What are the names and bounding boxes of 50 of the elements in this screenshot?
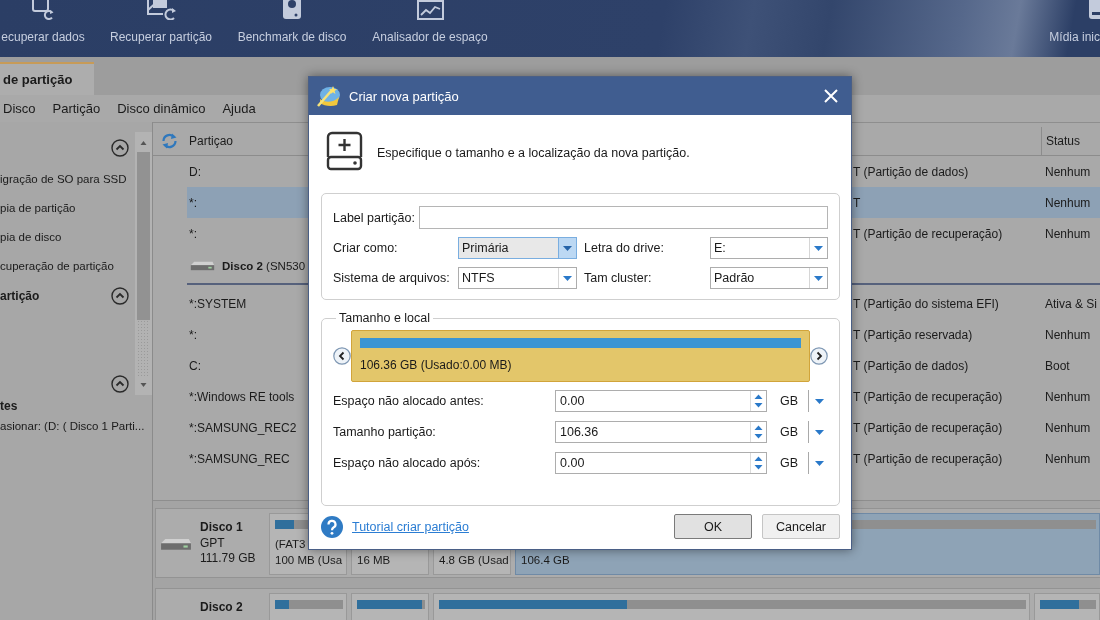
- table-cell: Nenhum: [1045, 164, 1091, 179]
- partition-caption: 106.36 GB (Usado:0.00 MB): [360, 358, 512, 372]
- table-cell: *:: [189, 195, 197, 210]
- section-title: tes: [0, 399, 19, 413]
- table-cell: T (Partição de dados): [853, 164, 969, 179]
- partition-size: 16 MB: [357, 553, 391, 568]
- partition-size: 106.4 GB: [521, 553, 570, 568]
- table-cell: *:: [189, 226, 197, 241]
- disk-name: Disco 2: [200, 600, 243, 616]
- field-label: Espaço não alocado antes:: [333, 394, 484, 408]
- unit-label: GB: [780, 456, 800, 470]
- table-cell: T (Partição reservada): [853, 327, 973, 342]
- table-cell: *:SYSTEM: [189, 296, 247, 311]
- disk-name: Disco 1: [200, 520, 244, 536]
- disk-name: Disco 2 (SN530: [222, 260, 306, 272]
- partition-label: (FAT3: [275, 537, 306, 552]
- field-label: Tam cluster:: [584, 271, 652, 285]
- table-cell: *:: [189, 327, 197, 342]
- table-cell: Nenhum: [1045, 420, 1091, 435]
- field-label: Espaço não alocado após:: [333, 456, 481, 470]
- field-label: Tamanho partição:: [333, 425, 436, 439]
- unit-label: GB: [780, 394, 800, 408]
- unit-label: GB: [780, 425, 800, 439]
- table-cell: T: [853, 195, 861, 210]
- table-cell: Nenhum: [1045, 389, 1091, 404]
- table-cell: T (Partição de recuperação): [853, 420, 1003, 435]
- table-cell: Nenhum: [1045, 226, 1091, 241]
- partition-size: 100 MB (Usa: [275, 553, 343, 568]
- field-label: Sistema de arquivos:: [333, 271, 450, 285]
- table-cell: D:: [189, 164, 201, 179]
- table-cell: T (Partição de recuperação): [853, 226, 1003, 241]
- table-cell: Nenhum: [1045, 195, 1091, 210]
- disk-size: 111.79 GB: [200, 551, 256, 567]
- table-cell: T (Partição do sistema EFI): [853, 296, 999, 311]
- table-cell: T (Partição de recuperação): [853, 451, 1003, 466]
- field-label: Label partição:: [333, 210, 415, 225]
- partition-size: 4.8 GB (Usad: [439, 553, 509, 568]
- dialog-title: Criar nova partição: [349, 88, 459, 104]
- table-cell: Nenhum: [1045, 451, 1091, 466]
- instruction-text: Especifique o tamanho e a localização da nova partição.: [377, 146, 690, 160]
- field-label: Criar como:: [333, 241, 398, 255]
- table-cell: Nenhum: [1045, 327, 1091, 342]
- table-cell: Boot: [1045, 358, 1070, 373]
- field-label: Letra do drive:: [584, 241, 664, 255]
- section-title: artição: [0, 289, 40, 303]
- table-cell: T (Partição de recuperação): [853, 389, 1003, 404]
- disk-scheme: GPT: [200, 535, 226, 551]
- table-cell: Ativa & Si: [1045, 296, 1098, 311]
- table-cell: T (Partição de dados): [853, 358, 969, 373]
- group-title: Tamanho e local: [338, 311, 432, 325]
